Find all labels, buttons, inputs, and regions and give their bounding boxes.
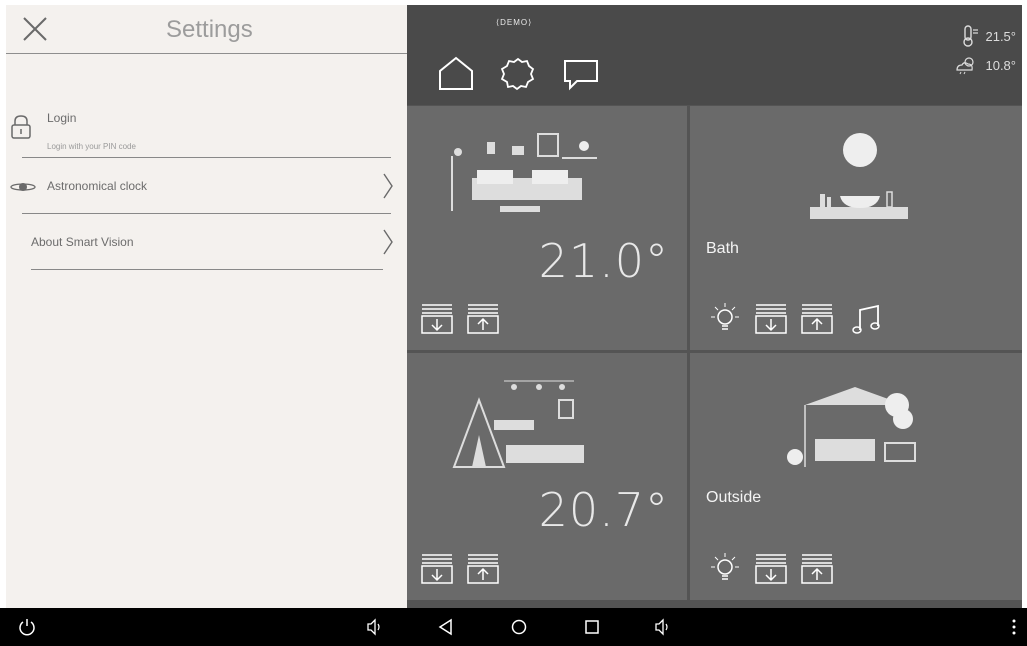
astronomical-clock-label: Astronomical clock [47, 179, 148, 193]
bath-illustration [810, 133, 908, 219]
settings-item-login[interactable]: Login Login with your PIN code [6, 105, 407, 158]
indoor-temp-value: 21.5° [985, 28, 1016, 44]
thermometer-icon [963, 25, 979, 47]
recent-apps-icon[interactable] [583, 618, 601, 636]
blinds-up-icon[interactable] [800, 552, 834, 586]
home-button-icon[interactable] [510, 618, 528, 636]
room-name-bath: Bath [706, 240, 739, 257]
settings-gear-icon[interactable] [498, 53, 538, 93]
room-tile-kids[interactable]: 20.7° [402, 353, 687, 600]
light-bulb-icon[interactable] [708, 302, 742, 336]
about-label: About Smart Vision [31, 235, 134, 249]
room-temperature: 20.7° [538, 483, 669, 537]
power-icon[interactable] [18, 618, 36, 636]
blinds-up-icon[interactable] [800, 302, 834, 336]
room-tile-outside[interactable]: Outside [690, 353, 1022, 600]
settings-drawer: Settings Login Login with your PIN code … [6, 5, 407, 608]
blinds-down-icon[interactable] [420, 552, 454, 586]
kids-room-illustration [452, 380, 584, 468]
eclipse-icon [10, 183, 36, 191]
overflow-menu-icon[interactable] [1005, 618, 1023, 636]
outdoor-temperature: 10.8° [953, 55, 1016, 75]
chevron-right-icon [383, 173, 393, 199]
settings-title: Settings [166, 16, 253, 43]
light-bulb-icon[interactable] [708, 552, 742, 586]
login-label: Login [47, 111, 77, 125]
settings-header: Settings [6, 5, 407, 54]
volume-icon[interactable] [654, 618, 672, 636]
settings-item-astronomical-clock[interactable]: Astronomical clock [6, 165, 407, 213]
divider [22, 157, 391, 158]
room-temperature: 21.0° [538, 234, 669, 288]
divider [31, 269, 383, 270]
room-tile-bath[interactable]: Bath [690, 106, 1022, 350]
room-name-outside: Outside [706, 489, 762, 506]
blinds-down-icon[interactable] [420, 302, 454, 336]
music-note-icon[interactable] [850, 302, 884, 336]
room-tile-living[interactable]: g 21.0° [402, 106, 687, 350]
outdoor-temp-value: 10.8° [985, 57, 1016, 73]
cloudy-sun-icon [956, 57, 975, 75]
blinds-up-icon[interactable] [466, 302, 500, 336]
lock-icon [11, 115, 31, 139]
home-icon[interactable] [436, 53, 476, 93]
volume-icon[interactable] [366, 618, 384, 636]
divider [22, 213, 391, 214]
system-navigation-bar [0, 608, 1027, 646]
settings-item-about[interactable]: About Smart Vision [6, 221, 407, 267]
indoor-temperature: 21.5° [961, 25, 1016, 47]
blinds-down-icon[interactable] [754, 302, 788, 336]
back-icon[interactable] [437, 618, 455, 636]
blinds-up-icon[interactable] [466, 552, 500, 586]
close-icon[interactable] [22, 16, 48, 42]
blinds-down-icon[interactable] [754, 552, 788, 586]
outside-illustration [787, 387, 916, 467]
living-room-illustration [451, 133, 597, 212]
chat-icon[interactable] [561, 53, 601, 93]
demo-badge: ⟨DEMO⟩ [496, 18, 533, 27]
login-subtitle: Login with your PIN code [47, 142, 136, 151]
chevron-right-icon [383, 229, 393, 255]
